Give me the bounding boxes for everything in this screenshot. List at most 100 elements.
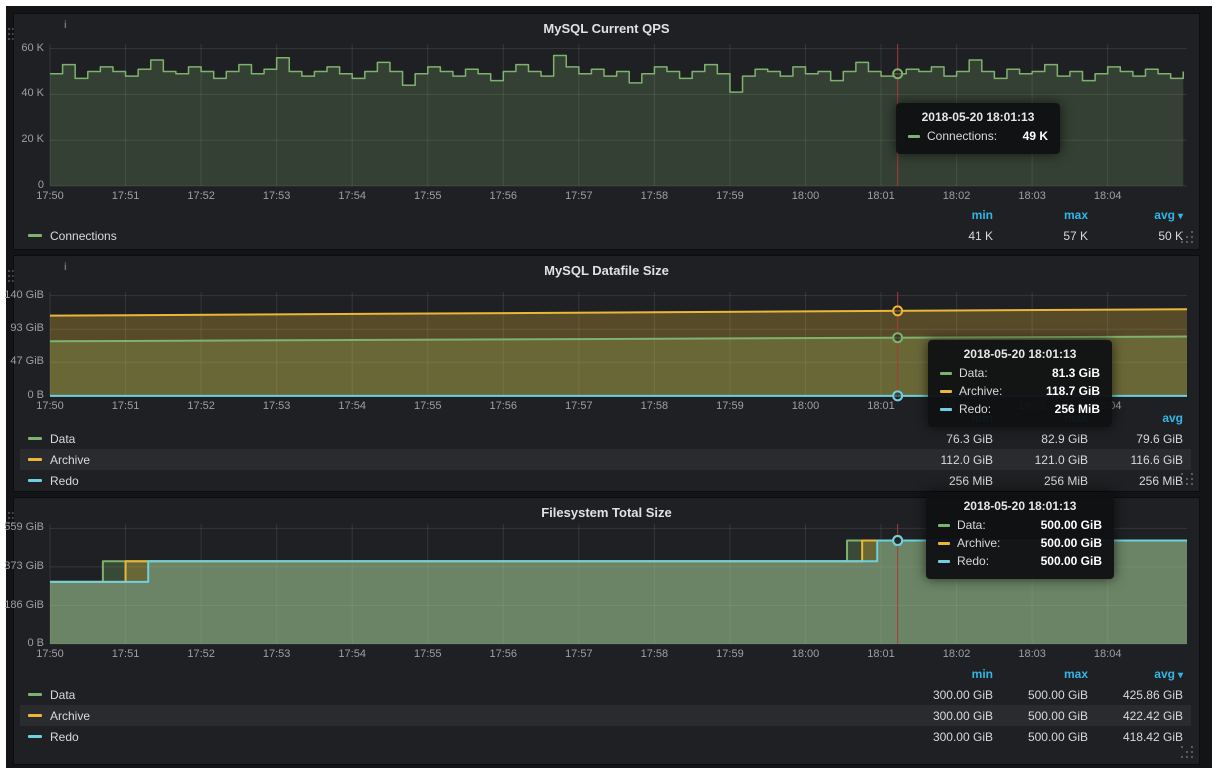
x-tick-label: 17:50 — [28, 648, 72, 660]
stat-max: 82.9 GiB — [993, 432, 1088, 446]
panel-drag-handle[interactable] — [8, 512, 10, 514]
series-color-dash — [28, 714, 42, 717]
legend-series-toggle[interactable]: Archive — [28, 453, 90, 467]
tooltip-row: Redo: 500.00 GiB — [938, 554, 1102, 568]
tooltip-datafile: 2018-05-20 18:01:13 Data: 81.3 GiB Archi… — [928, 340, 1112, 427]
x-tick-label: 17:58 — [632, 400, 676, 412]
stat-max: 121.0 GiB — [993, 453, 1088, 467]
legend-series-toggle[interactable]: Redo — [28, 730, 79, 744]
legend-header-avg[interactable]: avg▾ — [1088, 208, 1183, 222]
series-color-dash — [940, 372, 952, 375]
tooltip-row: Archive: 500.00 GiB — [938, 536, 1102, 550]
tooltip-timestamp: 2018-05-20 18:01:13 — [908, 110, 1048, 124]
x-tick-label: 17:54 — [330, 648, 374, 660]
x-tick-label: 17:59 — [708, 648, 752, 660]
x-tick-label: 17:53 — [255, 190, 299, 202]
panel-title[interactable]: MySQL Datafile Size — [14, 263, 1199, 278]
panel-resize-handle[interactable] — [1181, 473, 1193, 485]
x-tick-label: 18:02 — [935, 190, 979, 202]
stat-avg: 422.42 GiB — [1088, 709, 1183, 723]
x-tick-label: 17:56 — [481, 190, 525, 202]
legend-header-min[interactable]: min — [898, 208, 993, 222]
legend-header-avg[interactable]: avg▾ — [1088, 667, 1183, 681]
stat-min: 300.00 GiB — [898, 730, 993, 744]
hover-point-marker — [893, 391, 902, 400]
hover-point-marker — [893, 536, 902, 545]
stat-min: 76.3 GiB — [898, 432, 993, 446]
legend-series-toggle[interactable]: Connections — [28, 229, 117, 243]
x-tick-label: 18:01 — [859, 400, 903, 412]
tooltip-timestamp: 2018-05-20 18:01:13 — [938, 499, 1102, 513]
legend-series-toggle[interactable]: Data — [28, 432, 75, 446]
panel-resize-handle[interactable] — [1181, 746, 1193, 758]
x-tick-label: 17:54 — [330, 400, 374, 412]
series-color-dash — [908, 135, 920, 138]
y-tick-label: 0 B — [4, 389, 44, 401]
stat-max: 500.00 GiB — [993, 688, 1088, 702]
legend-header-min[interactable]: min — [898, 667, 993, 681]
tooltip-row: Redo: 256 MiB — [940, 402, 1100, 416]
stat-avg: 116.6 GiB — [1088, 453, 1183, 467]
x-tick-label: 17:51 — [104, 190, 148, 202]
x-tick-label: 18:01 — [859, 190, 903, 202]
legend-series-toggle[interactable]: Redo — [28, 474, 79, 488]
stat-min: 256 MiB — [898, 474, 993, 488]
panel-title[interactable]: MySQL Current QPS — [14, 21, 1199, 36]
x-tick-label: 18:02 — [935, 648, 979, 660]
y-tick-label: 93 GiB — [4, 322, 44, 334]
legend-header-max[interactable]: max — [993, 208, 1088, 222]
caret-down-icon: ▾ — [1178, 670, 1183, 681]
x-tick-label: 17:57 — [557, 400, 601, 412]
stat-avg: 425.86 GiB — [1088, 688, 1183, 702]
hover-point-marker — [893, 333, 902, 342]
panel-resize-handle[interactable] — [1181, 231, 1193, 243]
legend-header-max[interactable]: max — [993, 667, 1088, 681]
x-tick-label: 17:58 — [632, 190, 676, 202]
x-tick-label: 17:57 — [557, 190, 601, 202]
stat-min: 300.00 GiB — [898, 688, 993, 702]
x-tick-label: 17:53 — [255, 400, 299, 412]
series-color-dash — [28, 437, 42, 440]
series-color-dash — [28, 458, 42, 461]
x-tick-label: 17:55 — [406, 648, 450, 660]
y-tick-label: 40 K — [4, 87, 44, 99]
x-tick-label: 18:03 — [1010, 648, 1054, 660]
legend-row-archive: Archive 112.0 GiB 121.0 GiB 116.6 GiB — [20, 449, 1191, 470]
y-tick-label: 60 K — [4, 42, 44, 54]
series-color-dash — [940, 408, 952, 411]
x-tick-label: 17:50 — [28, 190, 72, 202]
legend-row-archive: Archive 300.00 GiB 500.00 GiB 422.42 GiB — [20, 705, 1191, 726]
series-color-dash — [940, 390, 952, 393]
legend-row-data: Data 300.00 GiB 500.00 GiB 425.86 GiB — [20, 684, 1191, 705]
panel-drag-handle[interactable] — [8, 28, 10, 30]
series-color-dash — [938, 560, 950, 563]
x-tick-label: 17:50 — [28, 400, 72, 412]
x-tick-label: 17:55 — [406, 190, 450, 202]
x-tick-label: 18:00 — [783, 400, 827, 412]
x-tick-label: 17:52 — [179, 648, 223, 660]
x-tick-label: 17:52 — [179, 400, 223, 412]
series-color-dash — [28, 735, 42, 738]
stat-max: 500.00 GiB — [993, 730, 1088, 744]
legend-series-toggle[interactable]: Archive — [28, 709, 90, 723]
tooltip-row: Connections: 49 K — [908, 129, 1048, 143]
x-tick-label: 18:00 — [783, 190, 827, 202]
y-tick-label: 373 GiB — [4, 560, 44, 572]
tooltip-row: Archive: 118.7 GiB — [940, 384, 1100, 398]
y-tick-label: 559 GiB — [4, 521, 44, 533]
y-tick-label: 0 — [4, 179, 44, 191]
x-tick-label: 18:01 — [859, 648, 903, 660]
legend-stats-header: min max avg▾ — [898, 206, 1183, 224]
stat-max: 500.00 GiB — [993, 709, 1088, 723]
x-tick-label: 17:59 — [708, 400, 752, 412]
stat-avg: 256 MiB — [1088, 474, 1183, 488]
panel-drag-handle[interactable] — [8, 270, 10, 272]
legend-row-connections: Connections 41 K 57 K 50 K — [20, 225, 1191, 246]
y-tick-label: 140 GiB — [4, 289, 44, 301]
y-tick-label: 186 GiB — [4, 599, 44, 611]
y-tick-label: 0 B — [4, 637, 44, 649]
stat-min: 300.00 GiB — [898, 709, 993, 723]
x-tick-label: 17:56 — [481, 400, 525, 412]
y-tick-label: 47 GiB — [4, 355, 44, 367]
legend-series-toggle[interactable]: Data — [28, 688, 75, 702]
